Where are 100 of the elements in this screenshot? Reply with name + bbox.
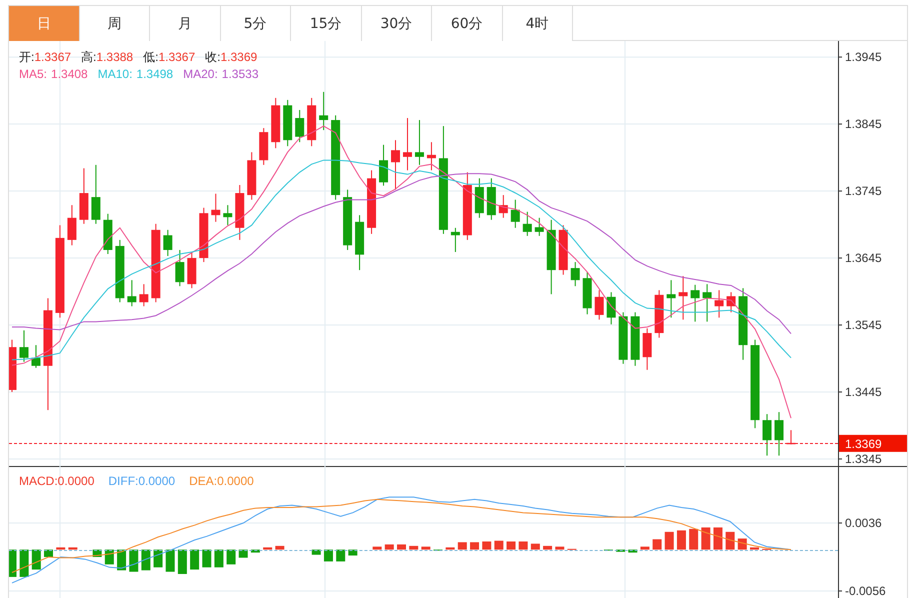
candlestick: [678, 276, 688, 320]
candlestick: [702, 284, 712, 322]
quote-label: 收:: [205, 50, 220, 64]
candlestick: [31, 344, 40, 368]
legend-value: 0.0000: [217, 474, 254, 488]
legend-value: 1.3533: [222, 66, 258, 83]
histogram-bar: [616, 550, 626, 552]
candlestick: [510, 199, 520, 228]
candlestick: [391, 140, 400, 190]
histogram-bar: [238, 550, 248, 558]
legend-label: DIFF:: [108, 474, 138, 488]
candlestick: [654, 290, 664, 338]
candlestick: [642, 328, 652, 370]
candlestick: [534, 217, 544, 236]
axis-tick-label: 1.3345: [845, 452, 882, 466]
legend-value: 0.0000: [138, 474, 176, 488]
histogram-bar: [214, 550, 224, 568]
histogram-bar: [397, 544, 406, 550]
candlestick: [343, 189, 352, 250]
histogram-bar: [421, 546, 430, 550]
axis-tick-label: 1.3745: [845, 184, 882, 198]
axis-tick-label: 0.0036: [845, 516, 882, 530]
histogram-bar: [676, 530, 686, 550]
quote-value: 1.3388: [96, 50, 134, 64]
candlestick: [726, 292, 736, 313]
histogram-bar: [20, 550, 29, 577]
candlestick: [91, 164, 100, 224]
candlestick: [618, 312, 628, 364]
legend-label: MACD:: [19, 474, 58, 488]
histogram-bar: [409, 546, 418, 550]
axis-tick-label: 1.3845: [845, 117, 882, 132]
histogram-bar: [275, 546, 284, 550]
candlestick: [163, 229, 172, 256]
quote-value: 1.3367: [158, 50, 196, 64]
histogram-bar: [384, 544, 394, 550]
candlestick: [474, 178, 484, 218]
histogram-bar: [543, 546, 552, 550]
quote-value: 1.3369: [220, 50, 258, 64]
axis-tick-label: 1.3545: [845, 318, 882, 332]
candlestick: [187, 252, 196, 289]
histogram-bar: [9, 550, 16, 577]
candlestick: [139, 284, 148, 307]
candlestick: [690, 284, 700, 322]
histogram-bar: [482, 541, 492, 550]
candlestick: [175, 249, 184, 287]
histogram-bar: [652, 539, 662, 550]
histogram-bar: [446, 547, 455, 550]
candlestick: [295, 110, 304, 143]
histogram-bar: [530, 544, 540, 550]
candlestick: [450, 227, 460, 252]
histogram-bar: [738, 538, 747, 550]
candlestick: [498, 194, 508, 218]
histogram-bar: [518, 541, 528, 550]
candlestick: [307, 97, 316, 147]
axis-tick-label: 1.3445: [845, 384, 882, 399]
histogram-bar: [166, 550, 175, 572]
histogram-bar: [506, 541, 516, 550]
candlestick: [403, 118, 412, 171]
histogram-bar: [640, 546, 650, 550]
candlestick: [9, 339, 16, 392]
candlestick: [414, 120, 424, 166]
candlestick: [486, 178, 496, 220]
candlestick: [259, 128, 268, 166]
candlestick: [630, 312, 640, 366]
histogram-bar: [713, 527, 722, 550]
histogram-bar: [470, 542, 480, 550]
candlestick: [426, 142, 436, 171]
histogram-bar: [44, 550, 54, 557]
histogram-bar: [458, 542, 467, 550]
histogram-bar: [178, 550, 187, 574]
candlestick: [223, 204, 232, 226]
histogram-bar: [250, 550, 260, 553]
histogram-bar: [348, 550, 358, 556]
quote-label: 开:: [19, 50, 34, 64]
candlestick: [594, 290, 604, 320]
candlestick: [211, 193, 220, 222]
histogram-bar: [372, 546, 382, 550]
histogram-bar: [726, 532, 735, 550]
candlestick: [786, 430, 796, 445]
candlestick: [774, 412, 784, 456]
candlestick: [355, 214, 364, 271]
candlestick: [606, 292, 616, 325]
candlestick: [522, 211, 532, 236]
legend-label: MA20:: [183, 66, 218, 83]
histogram-bar: [555, 546, 564, 550]
legend-label: DEA:: [189, 474, 218, 488]
histogram-bar: [750, 547, 759, 550]
candlestick: [79, 168, 88, 224]
histogram-bar: [141, 550, 150, 570]
candlestick: [379, 144, 388, 186]
candlestick: [247, 152, 256, 200]
candlestick: [666, 280, 676, 318]
candlestick: [19, 330, 28, 362]
axis-tick-label: -0.0056: [845, 584, 886, 598]
candlestick: [558, 224, 568, 276]
legend-value: 0.0000: [58, 474, 94, 488]
histogram-bar: [701, 527, 710, 550]
candlestick: [462, 172, 472, 240]
candlestick: [582, 272, 592, 315]
candlestick: [283, 99, 292, 147]
